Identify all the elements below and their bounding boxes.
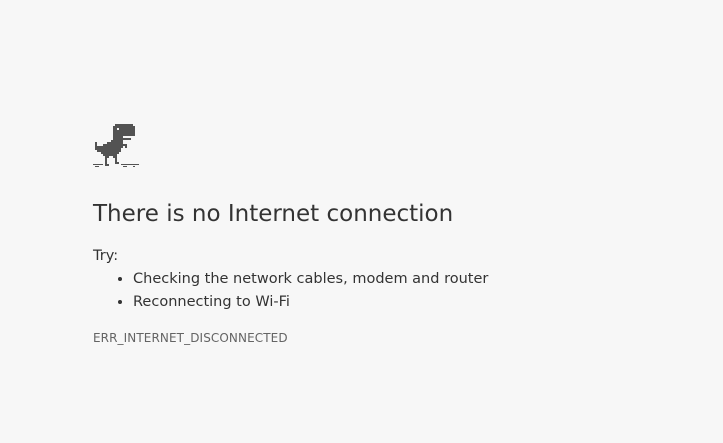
offline-error-page: There is no Internet connection Try: Che… [0,0,723,443]
suggestions-heading: Try: [93,248,119,264]
offline-dino-icon[interactable] [93,122,139,168]
suggestion-item-network-cables: Checking the network cables, modem and r… [133,268,488,291]
suggestions-list: Checking the network cables, modem and r… [93,268,488,314]
suggestion-item-reconnect-wifi: Reconnecting to Wi-Fi [133,291,488,314]
main-message-heading: There is no Internet connection [93,201,454,227]
error-code: ERR_INTERNET_DISCONNECTED [93,331,288,345]
